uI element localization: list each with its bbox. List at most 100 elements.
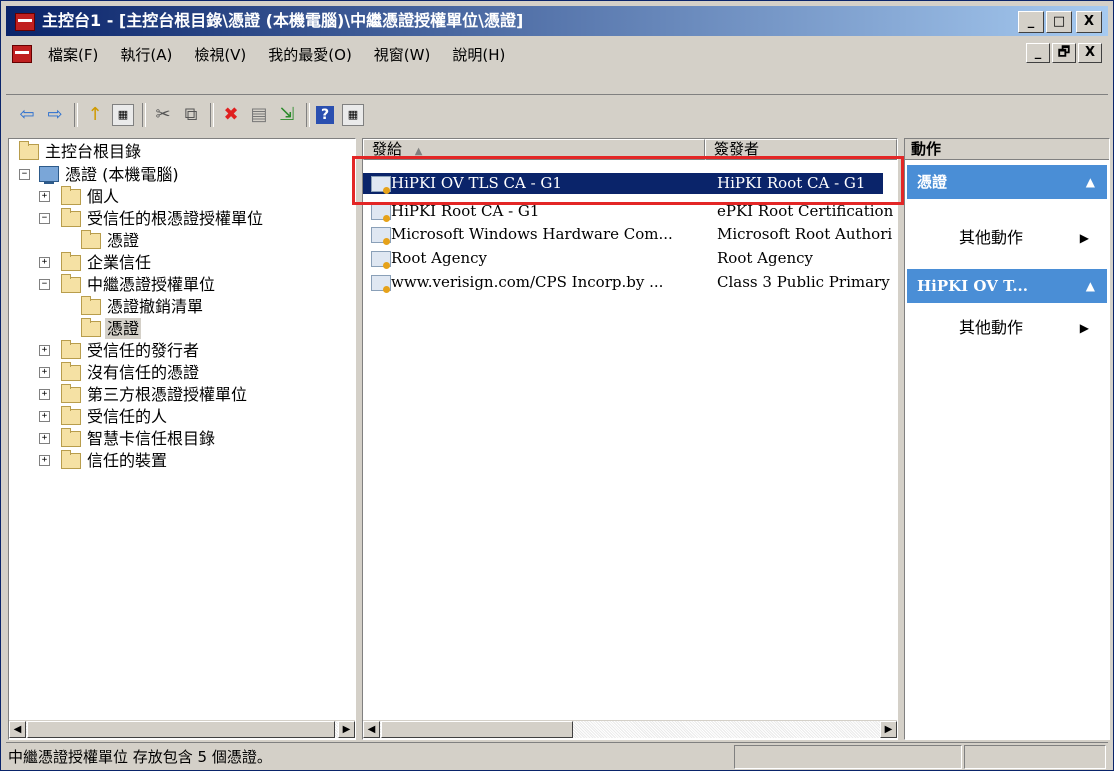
actions-section-selected-cert[interactable]: HiPKI OV T... ▲ — [907, 269, 1107, 303]
show-hide-tree-icon[interactable]: ▦ — [112, 104, 134, 126]
menu-file[interactable]: 檔案(F) — [48, 44, 98, 65]
certificate-icon — [371, 275, 391, 293]
scrollbar-thumb[interactable] — [381, 721, 573, 738]
menu-help[interactable]: 說明(H) — [452, 44, 505, 65]
actions-section-certificates[interactable]: 憑證 ▲ — [907, 165, 1107, 199]
certificate-store-icon — [39, 166, 59, 184]
tree-node-console-root[interactable]: 主控台根目錄 — [9, 141, 349, 162]
submenu-arrow-icon: ▶ — [1079, 321, 1089, 335]
scroll-left-arrow-icon[interactable]: ◀ — [363, 721, 380, 738]
back-icon[interactable]: ⇦ — [16, 104, 38, 126]
cut-icon[interactable]: ✂ — [152, 104, 174, 126]
status-panel — [734, 745, 962, 769]
tree-node-third-party-root[interactable]: + 第三方根憑證授權單位 — [9, 384, 349, 405]
folder-icon — [61, 340, 81, 359]
certificate-row[interactable]: www.verisign.com/CPS Incorp.by ... Class… — [363, 272, 890, 293]
folder-icon — [61, 208, 81, 227]
collapse-caret-icon[interactable]: ▲ — [1086, 269, 1095, 303]
folder-icon — [81, 296, 101, 315]
title-bar[interactable]: 主控台1 - [主控台根目錄\憑證 (本機電腦)\中繼憑證授權單位\憑證] _ … — [6, 6, 1108, 36]
list-horizontal-scrollbar[interactable]: ◀ ▶ — [363, 720, 897, 738]
tree-node-trusted-devices[interactable]: + 信任的裝置 — [9, 450, 349, 471]
toolbar-separator — [142, 103, 146, 127]
scrollbar-thumb[interactable] — [27, 721, 335, 738]
menu-favorites[interactable]: 我的最愛(O) — [268, 44, 352, 65]
tree-horizontal-scrollbar[interactable]: ◀ ▶ — [9, 720, 355, 738]
tree-node-trusted-root-certificates[interactable]: 憑證 — [9, 230, 349, 251]
expand-icon[interactable]: + — [39, 389, 50, 400]
expand-icon[interactable]: + — [39, 433, 50, 444]
minimize-button[interactable]: _ — [1018, 11, 1044, 33]
tree-node-intermediate-ca[interactable]: − 中繼憑證授權單位 — [9, 274, 349, 295]
mmc-app-icon[interactable] — [15, 13, 35, 31]
tree-node-enterprise-trust[interactable]: + 企業信任 — [9, 252, 349, 273]
certificate-list[interactable]: 發給 ▲ 簽發者 HiPKI OV TLS CA - G1 HiPKI Root… — [362, 138, 898, 740]
child-restore-button[interactable]: 🗗 — [1052, 43, 1076, 63]
folder-icon — [61, 384, 81, 403]
toolbar-separator — [306, 103, 310, 127]
tree-node-untrusted[interactable]: + 沒有信任的憑證 — [9, 362, 349, 383]
collapse-icon[interactable]: − — [39, 279, 50, 290]
tree-node-smart-card-root[interactable]: + 智慧卡信任根目錄 — [9, 428, 349, 449]
collapse-caret-icon[interactable]: ▲ — [1086, 165, 1095, 199]
expand-icon[interactable]: + — [39, 191, 50, 202]
collapse-icon[interactable]: − — [39, 213, 50, 224]
menu-window[interactable]: 視窗(W) — [374, 44, 431, 65]
actions-pane: 動作 憑證 ▲ 其他動作 ▶ HiPKI OV T... ▲ 其他動作 ▶ — [904, 138, 1110, 740]
up-folder-icon[interactable]: ↑ — [84, 104, 106, 126]
status-text: 中繼憑證授權單位 存放包含 5 個憑證。 — [8, 748, 272, 766]
toolbar-separator — [74, 103, 78, 127]
menu-bar: 檔案(F) 執行(A) 檢視(V) 我的最愛(O) 視窗(W) 說明(H) _ … — [6, 39, 1108, 69]
console-tree[interactable]: 主控台根目錄 − 憑證 (本機電腦) + 個人 − 受信任的根憑證授權單位 憑證… — [8, 138, 356, 740]
help-icon[interactable]: ? — [316, 106, 334, 124]
tree-node-trusted-people[interactable]: + 受信任的人 — [9, 406, 349, 427]
expand-icon[interactable]: + — [39, 257, 50, 268]
more-actions-item[interactable]: 其他動作 ▶ — [959, 227, 1099, 249]
more-actions-item[interactable]: 其他動作 ▶ — [959, 317, 1099, 339]
folder-icon — [19, 141, 39, 160]
scroll-right-arrow-icon[interactable]: ▶ — [880, 721, 897, 738]
folder-icon — [61, 428, 81, 447]
folder-icon — [81, 318, 101, 337]
status-panel — [964, 745, 1106, 769]
properties-icon[interactable]: ▤ — [248, 104, 270, 126]
certificate-icon — [371, 251, 391, 269]
copy-icon[interactable]: ⧉ — [180, 104, 202, 126]
certificate-icon — [371, 204, 391, 222]
mmc-window: 主控台1 - [主控台根目錄\憑證 (本機電腦)\中繼憑證授權單位\憑證] _ … — [0, 0, 1114, 771]
folder-icon — [61, 362, 81, 381]
forward-icon[interactable]: ⇨ — [44, 104, 66, 126]
child-close-button[interactable]: X — [1078, 43, 1102, 63]
close-button[interactable]: X — [1076, 11, 1102, 33]
certificate-row[interactable]: Root Agency Root Agency — [363, 248, 883, 269]
child-minimize-button[interactable]: _ — [1026, 43, 1050, 63]
tree-node-trusted-publishers[interactable]: + 受信任的發行者 — [9, 340, 349, 361]
maximize-button[interactable]: □ — [1046, 11, 1072, 33]
scroll-left-arrow-icon[interactable]: ◀ — [9, 721, 26, 738]
tree-node-crl[interactable]: 憑證撤銷清單 — [9, 296, 349, 317]
status-bar: 中繼憑證授權單位 存放包含 5 個憑證。 — [6, 742, 1108, 769]
folder-icon — [61, 450, 81, 469]
expand-icon[interactable]: + — [39, 455, 50, 466]
expand-icon[interactable]: + — [39, 345, 50, 356]
tree-node-personal[interactable]: + 個人 — [9, 186, 349, 207]
tree-node-intermediate-certificates[interactable]: 憑證 — [9, 318, 349, 339]
window-title: 主控台1 - [主控台根目錄\憑證 (本機電腦)\中繼憑證授權單位\憑證] — [42, 11, 524, 30]
certificate-icon — [371, 227, 391, 245]
console-icon[interactable] — [12, 45, 32, 63]
certificate-row[interactable]: Microsoft Windows Hardware Com... Micros… — [363, 224, 892, 245]
folder-icon — [81, 230, 101, 249]
folder-icon — [61, 252, 81, 271]
scroll-right-arrow-icon[interactable]: ▶ — [338, 721, 355, 738]
collapse-icon[interactable]: − — [19, 169, 30, 180]
tree-node-certificates-computer[interactable]: − 憑證 (本機電腦) — [9, 164, 349, 185]
delete-icon[interactable]: ✖ — [220, 104, 242, 126]
show-action-pane-icon[interactable]: ▦ — [342, 104, 364, 126]
folder-icon — [61, 274, 81, 293]
expand-icon[interactable]: + — [39, 411, 50, 422]
menu-action[interactable]: 執行(A) — [120, 44, 172, 65]
tree-node-trusted-root[interactable]: − 受信任的根憑證授權單位 — [9, 208, 349, 229]
menu-view[interactable]: 檢視(V) — [194, 44, 246, 65]
export-icon[interactable]: ⇲ — [276, 104, 298, 126]
expand-icon[interactable]: + — [39, 367, 50, 378]
